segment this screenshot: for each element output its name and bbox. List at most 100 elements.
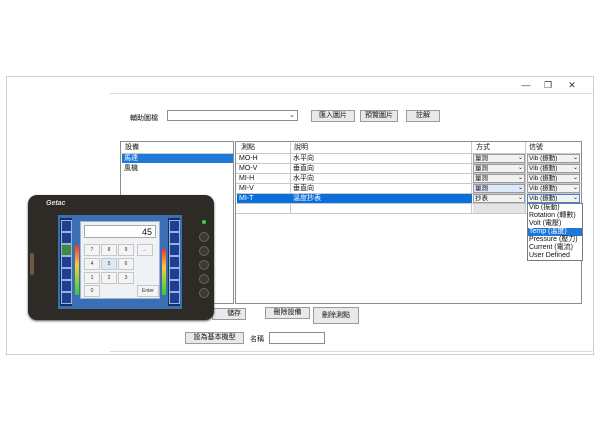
app-icon (61, 220, 72, 232)
chevron-down-icon: ⌄ (289, 112, 295, 119)
level-bar (162, 249, 166, 295)
app-icon (169, 268, 180, 280)
signal-value: Vib (振動) (529, 155, 558, 162)
signal-dropdown-list[interactable]: Vib (振動) Rotation (轉數) Volt (電壓) Temp (溫… (527, 203, 583, 261)
display-value: 45 (141, 227, 152, 237)
key[interactable]: ← (137, 244, 153, 256)
table-cell-point[interactable]: MI-H (237, 174, 290, 183)
dropdown-option[interactable]: User Defined (528, 252, 582, 260)
signal-select[interactable]: Vib (振動) ⌄ (527, 164, 580, 173)
divider (110, 93, 594, 94)
table-cell-point[interactable]: MI-V (237, 184, 290, 193)
key[interactable]: 0 (84, 285, 100, 297)
numeric-keypad[interactable]: 45 7 8 9 ← 4 5 6 1 2 3 0 Enter (80, 221, 160, 299)
method-value: 量測 (475, 185, 488, 192)
app-icon (169, 232, 180, 244)
method-value: 量測 (475, 165, 488, 172)
signal-select-open[interactable]: Vib (振動) ⌄ (527, 194, 580, 203)
method-select[interactable]: 量測 ⌄ (473, 164, 525, 173)
close-button[interactable]: ✕ (565, 79, 579, 91)
chevron-down-icon: ⌄ (517, 165, 523, 171)
delete-equipment-button[interactable]: 刪除設備 (265, 307, 310, 319)
side-bumper (30, 253, 34, 275)
table-cell-desc[interactable]: 水平向 (291, 174, 471, 183)
app-icon (61, 232, 72, 244)
chevron-down-icon: ⌄ (517, 195, 523, 201)
note-button[interactable]: 註解 (406, 110, 440, 122)
dropdown-option[interactable]: Rotation (轉數) (528, 212, 582, 220)
key[interactable]: 6 (118, 258, 134, 270)
app-icon (169, 280, 180, 292)
chevron-down-icon: ⌄ (572, 195, 578, 201)
app-icon (61, 244, 72, 256)
level-bar (75, 245, 79, 295)
dropdown-option[interactable]: Volt (電壓) (528, 220, 582, 228)
signal-select[interactable]: Vib (振動) ⌄ (527, 174, 580, 183)
col-header-signal: 信號 (529, 144, 543, 151)
divider (110, 351, 594, 352)
key[interactable]: 8 (101, 244, 117, 256)
equipment-header: 設備 (125, 144, 139, 151)
signal-value: Vib (振動) (529, 175, 558, 182)
signal-value: Vib (振動) (529, 165, 558, 172)
equipment-item[interactable]: 風機 (122, 164, 233, 173)
minimize-button[interactable]: — (519, 79, 533, 91)
signal-select[interactable]: Vib (振動) ⌄ (527, 184, 580, 193)
key[interactable]: 2 (101, 272, 117, 284)
set-base-model-button[interactable]: 設為基本機型 (185, 332, 244, 344)
restore-button[interactable]: ❐ (541, 79, 555, 91)
chevron-down-icon: ⌄ (517, 175, 523, 181)
app-icon (61, 268, 72, 280)
app-icon (169, 244, 180, 256)
key[interactable]: 1 (84, 272, 100, 284)
hardware-button-icon (199, 288, 209, 298)
method-value: 量測 (475, 155, 488, 162)
method-select[interactable]: 抄表 ⌄ (473, 194, 525, 203)
table-cell-point[interactable]: MO-H (237, 154, 290, 163)
power-led-icon (202, 220, 206, 224)
method-select[interactable]: 量測 ⌄ (473, 174, 525, 183)
hardware-button-icon (199, 246, 209, 256)
method-value: 抄表 (475, 195, 488, 202)
method-select[interactable]: 量測 ⌄ (473, 184, 525, 193)
chevron-down-icon: ⌄ (572, 155, 578, 161)
table-cell-point[interactable]: MI-T (237, 194, 290, 203)
keypad-display: 45 (84, 225, 156, 238)
chevron-down-icon: ⌄ (572, 165, 578, 171)
aux-image-select[interactable]: ⌄ (167, 110, 298, 121)
preview-image-button[interactable]: 預覽圖片 (360, 110, 398, 122)
brand-logo: Getac (46, 200, 66, 207)
enter-key[interactable]: Enter (137, 285, 159, 297)
table-cell-desc[interactable]: 垂直向 (291, 164, 471, 173)
name-input[interactable] (269, 332, 325, 344)
dropdown-option[interactable]: Current (電流) (528, 244, 582, 252)
method-select[interactable]: 量測 ⌄ (473, 154, 525, 163)
key[interactable]: 9 (118, 244, 134, 256)
table-cell-desc[interactable]: 垂直向 (291, 184, 471, 193)
method-value: 量測 (475, 175, 488, 182)
delete-point-button[interactable]: 刪除測點 (313, 307, 359, 324)
signal-value: Vib (振動) (529, 195, 558, 202)
key[interactable]: 3 (118, 272, 134, 284)
table-cell-desc[interactable]: 水平向 (291, 154, 471, 163)
points-table[interactable]: 測點 說明 方式 信號 MO-H 水平向 量測 ⌄ Vib (振動) ⌄ MO-V … (235, 141, 583, 304)
hardware-button-icon (199, 274, 209, 284)
signal-select[interactable]: Vib (振動) ⌄ (527, 154, 580, 163)
import-image-button[interactable]: 匯入圖片 (311, 110, 355, 122)
dropdown-option[interactable]: Vib (振動) (528, 204, 582, 212)
app-icon (61, 292, 72, 304)
dropdown-option[interactable]: Pressure (壓力) (528, 236, 582, 244)
tablet-screen: 45 7 8 9 ← 4 5 6 1 2 3 0 Enter (58, 215, 182, 309)
hardware-button-icon (199, 232, 209, 242)
left-toolbar (60, 218, 72, 306)
key[interactable]: 7 (84, 244, 100, 256)
key[interactable]: 4 (84, 258, 100, 270)
app-icon (61, 280, 72, 292)
equipment-item[interactable]: 馬達 (122, 154, 233, 163)
chevron-down-icon: ⌄ (517, 155, 523, 161)
table-cell-desc[interactable]: 溫度抄表 (291, 194, 471, 203)
table-cell-point[interactable]: MO-V (237, 164, 290, 173)
save-button[interactable]: 儲存 (212, 308, 246, 320)
key[interactable]: 5 (101, 258, 117, 270)
dropdown-option-highlighted[interactable]: Temp (溫度) (528, 228, 582, 236)
